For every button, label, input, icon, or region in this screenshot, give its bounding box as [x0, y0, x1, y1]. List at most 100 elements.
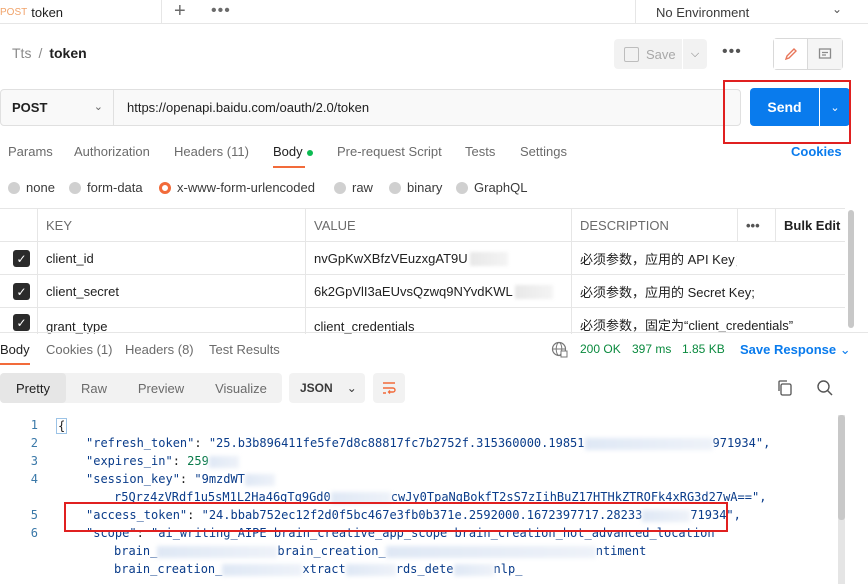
tab-test-results[interactable]: Test Results: [209, 342, 280, 357]
tab-options-icon[interactable]: •••: [211, 1, 231, 21]
redaction-blur: [244, 473, 275, 486]
param-description[interactable]: 必须参数，固定为“client_credentials”: [571, 308, 845, 334]
wrap-lines-icon[interactable]: [373, 373, 405, 403]
view-preview[interactable]: Preview: [122, 373, 200, 403]
format-select[interactable]: JSON ⌄: [289, 373, 365, 403]
radio-binary[interactable]: binary: [389, 180, 442, 195]
tab-pre-request-script[interactable]: Pre-request Script: [337, 144, 442, 159]
param-value-text: 6k2GpVlI3aEUvsQzwq9NYvdKWL: [314, 284, 513, 299]
highlight-annotation: [64, 502, 728, 532]
request-tab[interactable]: POST token: [0, 0, 162, 24]
table-row: ✓ grant_type client_credentials 必须参数，固定为…: [0, 307, 845, 334]
globe-icon[interactable]: [551, 341, 568, 361]
param-key[interactable]: client_secret: [37, 275, 305, 308]
tab-tests[interactable]: Tests: [465, 144, 495, 159]
status-code[interactable]: 200 OK: [580, 342, 621, 356]
checkbox-checked-icon[interactable]: ✓: [13, 283, 30, 300]
chevron-down-icon: ⌄: [839, 342, 851, 357]
column-options-icon[interactable]: •••: [737, 209, 775, 242]
tab-response-body[interactable]: Body: [0, 342, 30, 357]
param-value[interactable]: nvGpKwXBfzVEuzxgAT9U: [305, 242, 571, 275]
redaction-blur: [157, 545, 278, 558]
radio-icon: [389, 181, 401, 194]
code-scrollbar-thumb[interactable]: [838, 415, 845, 520]
tab-body[interactable]: Body: [273, 144, 313, 159]
tab-response-headers[interactable]: Headers (8): [125, 342, 194, 357]
radio-graphql[interactable]: GraphQL: [456, 180, 527, 195]
param-value[interactable]: 6k2GpVlI3aEUvsQzwq9NYvdKWL: [305, 275, 571, 308]
url-input[interactable]: https://openapi.baidu.com/oauth/2.0/toke…: [114, 89, 741, 126]
tab-params[interactable]: Params: [8, 144, 53, 159]
radio-icon: [334, 181, 346, 194]
breadcrumb: Tts / token: [12, 45, 87, 61]
json-value: brain_: [114, 544, 158, 558]
json-value: nlp_: [493, 562, 523, 576]
code-line: brain_ brain_creation_ ntiment: [114, 544, 646, 558]
breadcrumb-collection[interactable]: Tts: [12, 45, 31, 61]
view-pretty[interactable]: Pretty: [0, 373, 66, 403]
params-scrollbar[interactable]: [848, 210, 854, 328]
breadcrumb-request[interactable]: token: [49, 45, 86, 61]
tab-authorization[interactable]: Authorization: [74, 144, 150, 159]
code-line: "session_key": "9mzdWT: [86, 472, 275, 486]
save-button[interactable]: Save: [614, 39, 682, 69]
copy-icon[interactable]: [776, 379, 794, 397]
param-description[interactable]: 必须参数，应用的 API Key；: [571, 242, 737, 275]
json-value: ntiment: [595, 544, 647, 558]
json-value: xtract: [302, 562, 346, 576]
response-time[interactable]: 397 ms: [632, 342, 671, 356]
highlight-annotation: [723, 80, 851, 144]
radio-selected-icon: [159, 181, 171, 194]
new-tab-plus-icon[interactable]: +: [174, 0, 186, 22]
status-dot-icon: [306, 149, 313, 156]
param-key[interactable]: client_id: [37, 242, 305, 275]
param-description[interactable]: 必须参数，应用的 Secret Key;: [571, 275, 845, 308]
checkbox-checked-icon[interactable]: ✓: [13, 250, 30, 267]
checkbox-checked-icon[interactable]: ✓: [13, 314, 30, 331]
table-header-row: KEY VALUE DESCRIPTION ••• Bulk Edit: [0, 208, 845, 242]
response-body-code[interactable]: 1 2 3 4 5 6 { "refresh_token": "25.b3b89…: [0, 412, 840, 584]
radio-x-www-form-urlencoded[interactable]: x-www-form-urlencoded: [159, 180, 315, 195]
code-line: "refresh_token": "25.b3b896411fe5fe7d8c8…: [86, 436, 771, 450]
radio-none[interactable]: none: [8, 180, 55, 195]
documentation-icon[interactable]: [808, 39, 842, 69]
response-size[interactable]: 1.85 KB: [682, 342, 725, 356]
method-select[interactable]: POST ⌄: [0, 89, 114, 126]
redaction-blur: [584, 437, 713, 450]
active-tab-indicator: [0, 363, 30, 365]
active-tab-indicator: [273, 166, 305, 168]
view-mode-toggle: [773, 38, 843, 70]
format-value: JSON: [300, 381, 333, 395]
chevron-down-icon[interactable]: ⌄: [832, 2, 842, 16]
line-number: 6: [30, 526, 38, 540]
breadcrumb-separator: /: [38, 45, 43, 61]
redaction-blur: [208, 455, 239, 468]
tab-response-cookies[interactable]: Cookies (1): [46, 342, 112, 357]
pencil-icon[interactable]: [774, 39, 808, 69]
redaction-blur: [385, 545, 596, 558]
json-key: "expires_in": [86, 454, 173, 468]
save-options-chevron-icon[interactable]: ⌵: [683, 39, 707, 69]
param-key[interactable]: grant_type: [37, 308, 305, 334]
tab-settings[interactable]: Settings: [520, 144, 567, 159]
response-divider: [0, 332, 868, 333]
search-icon[interactable]: [816, 379, 834, 397]
save-response-button[interactable]: Save Response ⌄: [740, 342, 851, 358]
radio-form-data[interactable]: form-data: [69, 180, 143, 195]
redaction-blur: [469, 251, 508, 266]
view-raw[interactable]: Raw: [66, 373, 122, 403]
radio-label: x-www-form-urlencoded: [177, 180, 315, 195]
radio-label: GraphQL: [474, 180, 528, 195]
bulk-edit-button[interactable]: Bulk Edit: [775, 209, 845, 242]
radio-icon: [456, 181, 468, 194]
table-row: ✓ client_id nvGpKwXBfzVEuzxgAT9U 必须参数，应用…: [0, 241, 845, 275]
param-value[interactable]: client_credentials: [305, 308, 571, 334]
code-line: brain_creation_ xtract rds_dete nlp_: [114, 562, 522, 576]
view-visualize[interactable]: Visualize: [200, 373, 282, 403]
tab-body-label: Body: [273, 144, 303, 159]
radio-raw[interactable]: raw: [334, 180, 373, 195]
more-options-icon[interactable]: •••: [722, 43, 742, 61]
json-value: 259: [187, 454, 209, 468]
cookies-link[interactable]: Cookies: [791, 144, 842, 159]
tab-headers[interactable]: Headers (11): [174, 144, 249, 159]
